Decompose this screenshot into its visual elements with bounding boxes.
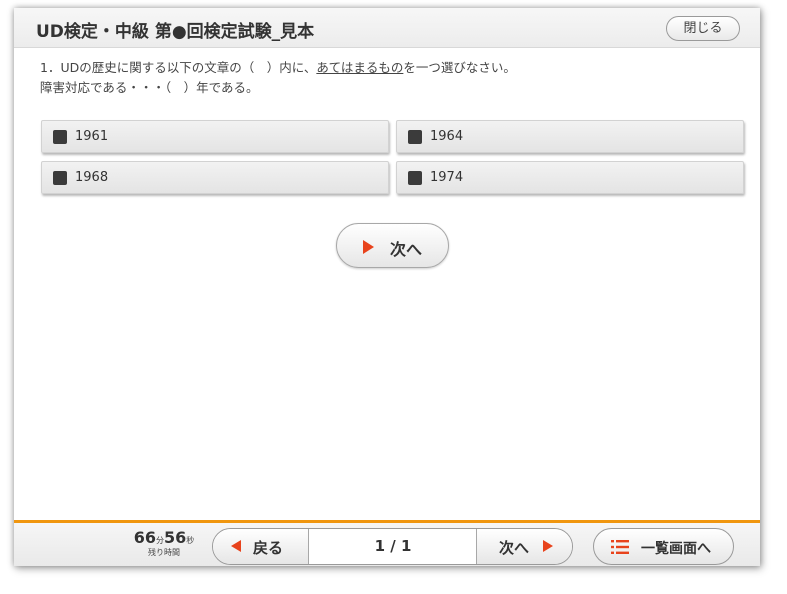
checkbox-icon	[408, 130, 422, 144]
answer-option-4[interactable]: 1974	[396, 161, 744, 194]
timer-caption: 残り時間	[148, 548, 180, 557]
play-arrow-icon	[543, 540, 553, 552]
forward-button[interactable]: 次へ	[476, 529, 572, 564]
pager: 戻る 1 / 1 次へ	[212, 528, 573, 565]
back-arrow-icon	[231, 540, 241, 552]
timer-minutes: 66	[133, 528, 156, 547]
footer-bar: 66分56秒 残り時間 戻る 1 / 1 次へ 一覧画面へ	[14, 520, 760, 566]
play-arrow-icon	[363, 240, 374, 254]
close-button[interactable]: 閉じる	[666, 16, 740, 41]
exam-window: UD検定・中級 第●回検定試験_見本 閉じる 1．UDの歴史に関する以下の文章の…	[14, 8, 760, 566]
remaining-time: 66分56秒 残り時間	[132, 528, 196, 558]
next-button[interactable]: 次へ	[336, 223, 449, 268]
back-button-label: 戻る	[253, 539, 284, 557]
header-bar: UD検定・中級 第●回検定試験_見本 閉じる	[14, 8, 760, 48]
list-view-button[interactable]: 一覧画面へ	[593, 528, 734, 565]
answer-option-3[interactable]: 1968	[41, 161, 389, 194]
page-indicator: 1 / 1	[374, 537, 412, 555]
forward-button-label: 次へ	[499, 539, 530, 557]
page-title: UD検定・中級 第●回検定試験_見本	[36, 22, 315, 42]
question-line-1: 1．UDの歴史に関する以下の文章の（ ）内に、あてはまるものを一つ選びなさい。	[40, 58, 516, 78]
list-view-label: 一覧画面へ	[641, 541, 711, 557]
timer-seconds-unit: 秒	[186, 536, 195, 545]
answer-option-label: 1961	[75, 129, 109, 144]
checkbox-icon	[53, 171, 67, 185]
question-prefix: 1．UDの歴史に関する以下の文章の（ ）内に、	[40, 60, 317, 75]
answer-option-2[interactable]: 1964	[396, 120, 744, 153]
back-button[interactable]: 戻る	[213, 529, 309, 564]
answer-option-label: 1968	[75, 170, 109, 185]
checkbox-icon	[53, 130, 67, 144]
timer-seconds: 56	[164, 528, 187, 547]
list-icon	[611, 540, 629, 554]
checkbox-icon	[408, 171, 422, 185]
question-underlined: あてはまるもの	[316, 60, 404, 75]
question-suffix: を一つ選びなさい。	[403, 60, 516, 75]
question-line-2: 障害対応である・・・（ ）年である。	[40, 80, 259, 95]
answer-option-label: 1964	[430, 129, 464, 144]
answer-option-label: 1974	[430, 170, 464, 185]
next-button-label: 次へ	[390, 240, 423, 259]
timer-minutes-unit: 分	[156, 536, 164, 545]
answer-option-1[interactable]: 1961	[41, 120, 389, 153]
question-text: 1．UDの歴史に関する以下の文章の（ ）内に、あてはまるものを一つ選びなさい。 …	[40, 58, 516, 98]
